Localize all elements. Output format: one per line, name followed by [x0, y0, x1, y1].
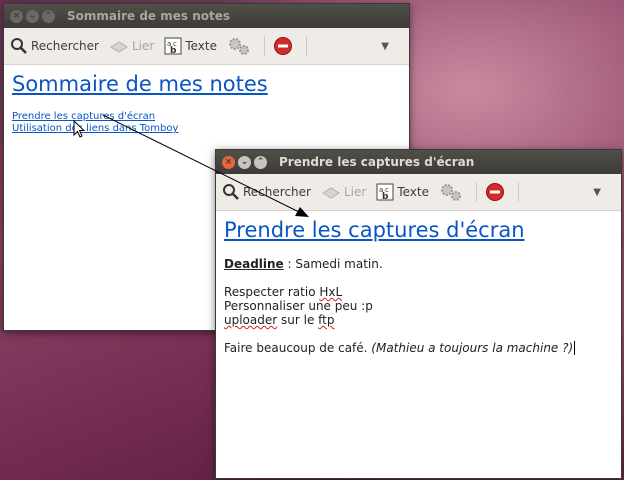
note-body[interactable]: Sommaire de mes notes Prendre les captur… [4, 65, 409, 141]
maximize-icon[interactable]: ⌃ [42, 9, 55, 23]
summary-titlebar[interactable]: × ⌄ ⌃ Sommaire de mes notes [4, 4, 409, 28]
search-label: Rechercher [243, 185, 311, 199]
misspelled-word: uploader [224, 313, 278, 327]
link-button[interactable]: Lier [321, 184, 366, 200]
minimize-icon[interactable]: ⌄ [238, 155, 251, 169]
note-body[interactable]: Prendre les captures d'écran Deadline : … [216, 211, 621, 361]
search-icon [11, 38, 27, 54]
note-line: Faire beaucoup de café. (Mathieu a toujo… [224, 341, 613, 355]
search-label: Rechercher [31, 39, 99, 53]
close-icon[interactable]: × [222, 155, 235, 169]
note-line: Respecter ratio HxL [224, 285, 613, 299]
toolbar-separator [305, 36, 307, 56]
note-link[interactable]: Utilisation des liens dans Tomboy [12, 123, 401, 135]
window-title: Prendre les captures d'écran [279, 155, 475, 169]
link-label: Lier [343, 185, 367, 199]
toolbar-separator [263, 36, 265, 56]
link-label: Lier [131, 39, 155, 53]
toolbar-separator [475, 182, 477, 202]
link-icon [322, 187, 340, 199]
window-title: Sommaire de mes notes [67, 9, 231, 23]
toolbar-separator [517, 182, 519, 202]
text-run: Respecter ratio [224, 285, 320, 299]
note-window: × ⌄ ⌃ Prendre les captures d'écran Reche… [215, 149, 622, 479]
note-line: Personnaliser une peu :p [224, 299, 373, 313]
chevron-down-icon[interactable]: ▼ [593, 187, 601, 198]
text-run: sur le [277, 313, 319, 327]
italic-text: (Mathieu a toujours la machine ?) [371, 341, 574, 355]
delete-icon [485, 183, 504, 201]
svg-text:b: b [382, 192, 389, 201]
close-icon[interactable]: × [10, 9, 23, 23]
maximize-icon[interactable]: ⌃ [254, 155, 267, 169]
note-line: uploader sur le ftp [224, 313, 613, 327]
misspelled-word: ftp [318, 313, 335, 327]
search-button[interactable]: Rechercher [10, 37, 99, 55]
text-label: Texte [397, 185, 429, 199]
note-toolbar: Rechercher Lier acb Texte ▼ [216, 174, 621, 211]
text-format-icon: a cb [164, 37, 182, 55]
note-title: Prendre les captures d'écran [224, 218, 525, 242]
text-run: Faire beaucoup de café. [224, 341, 372, 355]
text-cursor [574, 341, 576, 355]
deadline-line: Deadline : Samedi matin. [224, 257, 613, 271]
deadline-label: Deadline [224, 257, 284, 271]
note-link[interactable]: Prendre les captures d'écran [12, 111, 401, 123]
text-format-icon: a cb [376, 183, 394, 201]
search-button[interactable]: Rechercher [222, 183, 311, 201]
delete-icon [273, 37, 292, 55]
tools-button[interactable] [227, 36, 254, 56]
text-button[interactable]: acb Texte [164, 37, 217, 55]
delete-button[interactable] [273, 36, 296, 56]
note-titlebar[interactable]: × ⌄ ⌃ Prendre les captures d'écran [216, 150, 621, 174]
gears-icon [228, 38, 249, 55]
deadline-value: : Samedi matin. [283, 257, 383, 271]
mouse-pointer-icon [73, 120, 86, 138]
misspelled-word: HxL [319, 285, 343, 299]
summary-toolbar: Rechercher Lier acb Texte ▼ [4, 28, 409, 65]
text-label: Texte [185, 39, 217, 53]
link-icon [110, 41, 128, 53]
delete-button[interactable] [485, 182, 508, 202]
text-button[interactable]: acb Texte [376, 183, 429, 201]
minimize-icon[interactable]: ⌄ [26, 9, 39, 23]
tools-button[interactable] [439, 182, 466, 202]
link-button[interactable]: Lier [109, 38, 154, 54]
chevron-down-icon[interactable]: ▼ [381, 41, 389, 52]
gears-icon [440, 184, 461, 201]
search-icon [223, 184, 239, 200]
svg-text:b: b [170, 46, 177, 55]
note-title: Sommaire de mes notes [12, 72, 268, 96]
